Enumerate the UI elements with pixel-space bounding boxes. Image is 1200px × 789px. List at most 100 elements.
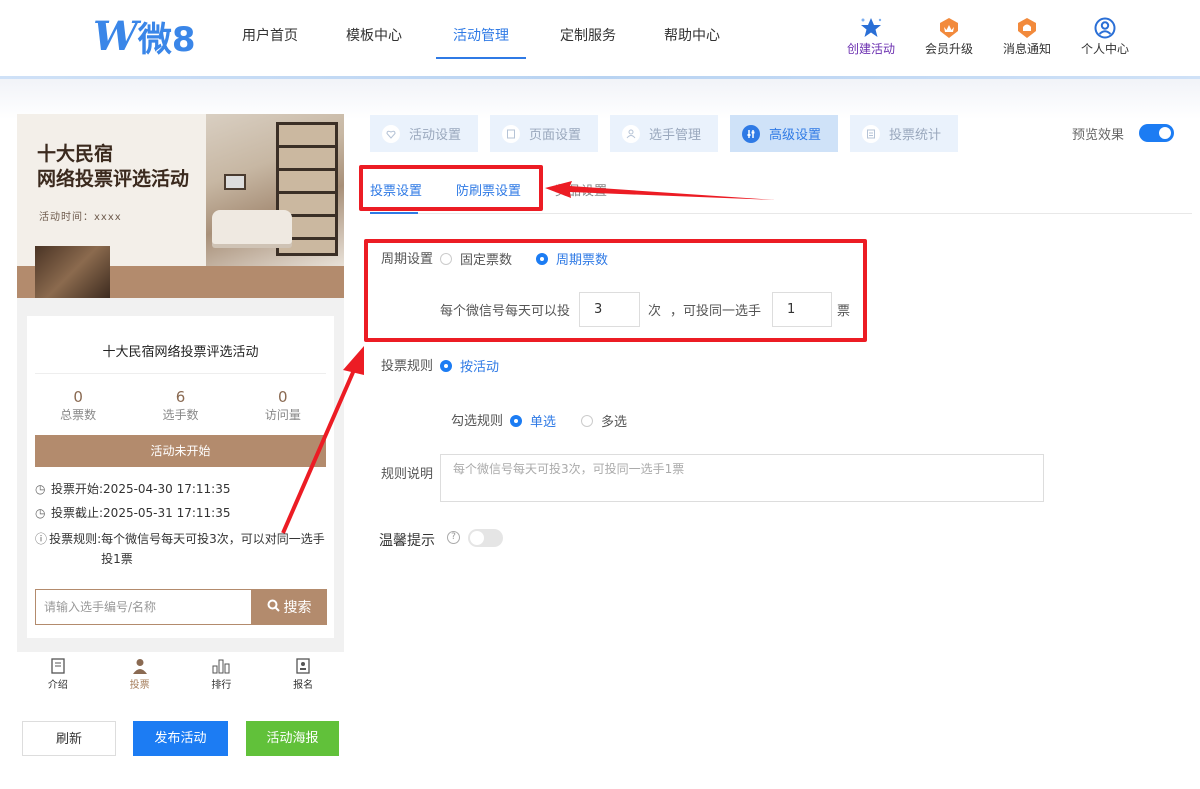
step-player-management[interactable]: 选手管理: [610, 115, 718, 152]
logo-text: 微8: [137, 19, 196, 60]
player-search-button[interactable]: 搜索: [251, 589, 327, 625]
vote-start-label: 投票开始:: [51, 482, 104, 496]
banner-title-line2: 网络投票评选活动: [37, 168, 190, 190]
vote-end-value: 2025-05-31 17:11:35: [103, 506, 231, 520]
publish-activity-button[interactable]: 发布活动: [133, 721, 228, 756]
vote-rule-line: ⓘ 投票规则: 每个微信号每天可投3次，可以对同一选手投1票: [35, 529, 326, 569]
step-page-settings[interactable]: 页面设置: [490, 115, 598, 152]
step-vote-statistics[interactable]: 投票统计: [850, 115, 958, 152]
vote-rule-label: 投票规则: [381, 359, 434, 374]
person-icon: [99, 656, 181, 676]
radio-label: 多选: [601, 415, 628, 430]
activity-status-bar: 活动未开始: [35, 435, 326, 467]
step-label: 投票统计: [889, 128, 942, 143]
vote-rule-label: 投票规则:: [49, 532, 102, 546]
refresh-button[interactable]: 刷新: [22, 721, 116, 756]
header-actions: 创建活动 会员升级 消息通知 个人中心: [832, 16, 1144, 57]
activity-stats: 0 总票数 6 选手数 0 访问量: [27, 388, 334, 423]
stats-icon: [862, 124, 880, 143]
banner-title: 十大民宿 网络投票评选活动: [37, 142, 189, 192]
activity-card: 十大民宿网络投票评选活动 0 总票数 6 选手数 0 访问量 活动未开始 ◷ 投…: [27, 316, 334, 638]
tab-ranking[interactable]: 排行: [181, 652, 263, 694]
radio-circle: [581, 414, 593, 427]
player-search: 请输入选手编号/名称 搜索: [35, 589, 327, 625]
user-circle-icon: [1066, 16, 1144, 40]
member-upgrade-label: 会员升级: [924, 42, 973, 56]
search-icon: [267, 599, 280, 616]
signup-form-icon: [262, 656, 344, 676]
banner-title-line1: 十大民宿: [37, 143, 114, 165]
star-icon: [832, 16, 910, 40]
document-icon: [17, 656, 99, 676]
crown-badge-icon: [910, 16, 988, 40]
step-advanced-settings[interactable]: 高级设置: [730, 115, 838, 152]
banner-interior-photo: [35, 246, 110, 298]
search-button-label: 搜索: [283, 600, 312, 616]
mobile-preview: 十大民宿 网络投票评选活动 活动时间：xxxx 十大民宿网络投票评选活动 0 总…: [17, 114, 344, 694]
step-label: 高级设置: [769, 128, 822, 143]
bell-badge-icon: [988, 16, 1066, 40]
heart-shield-icon: [382, 124, 400, 143]
vote-end-line: ◷ 投票截止: 2025-05-31 17:11:35: [35, 501, 326, 525]
vote-start-value: 2025-04-30 17:11:35: [103, 482, 231, 496]
ranking-bars-icon: [181, 656, 263, 676]
nav-activity-management[interactable]: 活动管理: [436, 0, 526, 76]
tab-vote[interactable]: 投票: [99, 652, 181, 694]
stat-label: 访问量: [264, 408, 301, 422]
banner-room-photo: [206, 114, 344, 266]
step-label: 活动设置: [409, 128, 462, 143]
sliders-icon: [742, 124, 760, 143]
stat-player-count: 6 选手数: [129, 388, 231, 423]
radio-label: 按活动: [460, 360, 500, 375]
nav-user-home[interactable]: 用户首页: [218, 0, 322, 76]
activity-card-title: 十大民宿网络投票评选活动: [35, 316, 326, 374]
tab-intro[interactable]: 介绍: [17, 652, 99, 694]
tab-signup[interactable]: 报名: [262, 652, 344, 694]
tab-label: 排行: [211, 680, 232, 691]
radio-multi-select[interactable]: 多选: [581, 411, 627, 430]
vote-rule-value: 每个微信号每天可投3次，可以对同一选手投1票: [101, 532, 325, 566]
tip-toggle[interactable]: [468, 529, 503, 547]
player-search-input[interactable]: 请输入选手编号/名称: [35, 589, 251, 625]
personal-center-label: 个人中心: [1080, 42, 1129, 56]
stat-value: 6: [175, 388, 186, 406]
stat-value: 0: [278, 388, 288, 406]
site-logo[interactable]: W 微8: [93, 13, 196, 60]
mobile-tabbar: 介绍 投票 排行 报名: [17, 652, 344, 694]
help-icon[interactable]: ?: [447, 531, 460, 544]
info-icon: ⓘ: [35, 532, 48, 546]
clock-icon: ◷: [35, 482, 46, 496]
tab-label: 投票: [129, 680, 150, 691]
stat-label: 总票数: [60, 408, 97, 422]
select-rule-label: 勾选规则: [451, 414, 504, 429]
subtab-divider: [370, 213, 1192, 214]
member-upgrade-button[interactable]: 会员升级: [910, 16, 988, 57]
page-icon: [502, 124, 520, 143]
clock-icon: ◷: [35, 506, 46, 520]
player-icon: [622, 124, 640, 143]
rule-description-label: 规则说明: [381, 467, 434, 482]
personal-center-button[interactable]: 个人中心: [1066, 16, 1144, 57]
photo-frame: [224, 174, 246, 190]
message-notice-button[interactable]: 消息通知: [988, 16, 1066, 57]
nav-help-center[interactable]: 帮助中心: [640, 0, 744, 76]
rule-description-textarea[interactable]: 每个微信号每天可投3次，可投同一选手1票: [440, 454, 1044, 502]
radio-single-select[interactable]: 单选: [510, 411, 556, 430]
subtab-prize-settings[interactable]: 奖品设置: [555, 180, 607, 199]
vote-start-line: ◷ 投票开始: 2025-04-30 17:11:35: [35, 477, 326, 501]
vote-end-label: 投票截止:: [51, 506, 104, 520]
activity-banner: 十大民宿 网络投票评选活动 活动时间：xxxx: [17, 114, 344, 298]
preview-toggle[interactable]: [1139, 124, 1174, 142]
photo-sofa: [212, 210, 292, 244]
step-label: 选手管理: [649, 128, 702, 143]
activity-poster-button[interactable]: 活动海报: [246, 721, 339, 756]
top-navigation-bar: W 微8 用户首页 模板中心 活动管理 定制服务 帮助中心 创建活动 会员升级 …: [0, 0, 1200, 76]
radio-circle: [510, 414, 522, 427]
create-activity-button[interactable]: 创建活动: [832, 16, 910, 57]
radio-circle: [440, 359, 452, 372]
radio-by-activity[interactable]: 按活动: [440, 356, 499, 375]
nav-custom-service[interactable]: 定制服务: [536, 0, 640, 76]
step-activity-settings[interactable]: 活动设置: [370, 115, 478, 152]
radio-label: 单选: [530, 415, 557, 430]
nav-template-center[interactable]: 模板中心: [322, 0, 426, 76]
